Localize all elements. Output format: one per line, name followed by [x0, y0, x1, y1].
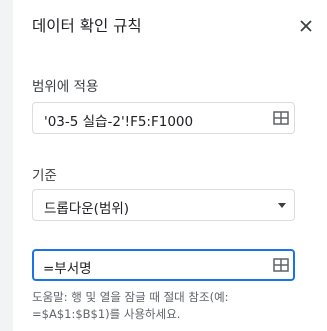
range-input[interactable]: '03-5 실습-2'!F5:F1000	[32, 102, 295, 134]
range-label: 범위에 적용	[32, 79, 99, 95]
help-line-2: =$A$1:$B$1)를 사용하세요.	[32, 307, 181, 321]
criteria-dropdown[interactable]: 드롭다운(범위)	[32, 189, 295, 221]
help-line-1: 도움말: 행 및 열을 잠글 때 절대 참조(예:	[32, 290, 229, 304]
data-validation-panel: 데이터 확인 규칙 범위에 적용 '03-5 실습-2'!F5:F1000 기준…	[13, 0, 327, 331]
dropdown-arrow-icon	[278, 203, 286, 208]
sheet-edge	[0, 0, 13, 331]
source-value: =부서명	[43, 261, 92, 277]
grid-select-icon[interactable]	[273, 258, 289, 272]
close-icon[interactable]	[299, 19, 313, 33]
help-text: 도움말: 행 및 열을 잠글 때 절대 참조(예: =$A$1:$B$1)를 사…	[32, 289, 322, 323]
panel-title: 데이터 확인 규칙	[32, 17, 142, 35]
criteria-selected: 드롭다운(범위)	[44, 201, 130, 217]
grid-select-icon[interactable]	[273, 111, 289, 125]
range-value: '03-5 실습-2'!F5:F1000	[44, 114, 194, 130]
panel-header: 데이터 확인 규칙	[13, 0, 327, 52]
criteria-label: 기준	[32, 168, 57, 184]
source-input[interactable]: =부서명	[32, 249, 295, 281]
